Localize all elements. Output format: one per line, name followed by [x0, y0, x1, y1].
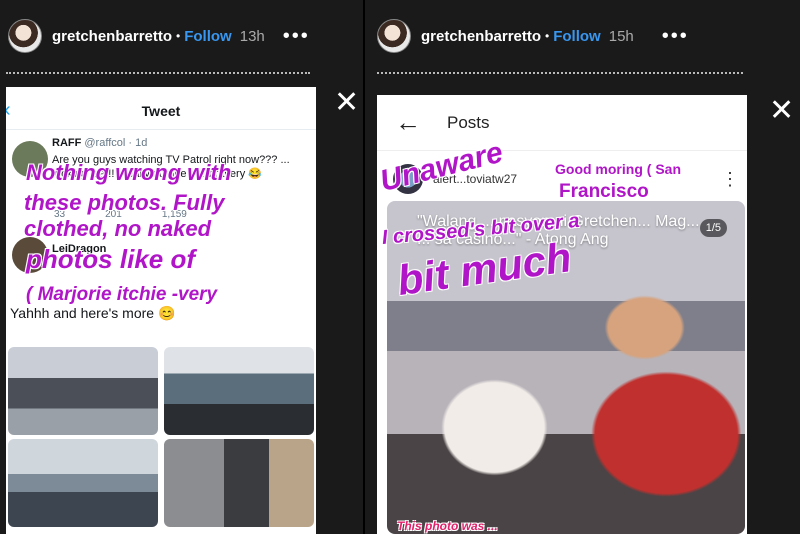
separator-dot: •	[176, 29, 181, 43]
photo-4	[164, 439, 314, 527]
story-left: gretchenbarretto • Follow 13h ••• ‹ Twee…	[0, 0, 363, 534]
overlay-line-2: these photos. Fully	[24, 190, 225, 215]
post-header: ← Posts	[377, 95, 747, 151]
photo-grid	[6, 347, 316, 534]
timestamp: 15h	[608, 27, 634, 45]
close-icon[interactable]: ✕	[769, 96, 794, 126]
tweet-author: RAFF @raffcol · 1d	[52, 137, 147, 149]
story-header: gretchenbarretto • Follow 15h •••	[365, 16, 800, 56]
more-options-icon: ⋮	[721, 168, 739, 189]
overlay-line-4: photos like of	[26, 244, 195, 274]
overlay-line-5: ( Marjorie itchie -very	[26, 284, 218, 305]
story-header: gretchenbarretto • Follow 13h •••	[0, 16, 363, 56]
more-options-icon[interactable]: •••	[662, 25, 689, 48]
photo-2	[164, 347, 314, 435]
post-screenshot: ← Posts alert...toviatw27 ⋮ "Walang ... …	[377, 95, 747, 534]
overlay-francisco: Francisco	[559, 181, 649, 202]
back-arrow-icon: ←	[395, 107, 421, 137]
photo-counter: 1/5	[699, 219, 727, 237]
photo-1	[8, 347, 158, 435]
story-progress-bar	[6, 72, 310, 74]
tweet-title: Tweet	[141, 103, 181, 119]
follow-button[interactable]: Follow	[553, 28, 601, 45]
tweet-author-handle: @raffcol · 1d	[84, 137, 148, 149]
story-right: gretchenbarretto • Follow 15h ••• ← Post…	[365, 0, 800, 534]
post-title: Posts	[447, 112, 490, 132]
reply-text: Yahhh and here's more 😊	[10, 305, 176, 321]
avatar[interactable]	[8, 19, 42, 53]
close-icon[interactable]: ✕	[334, 88, 359, 118]
avatar[interactable]	[377, 19, 411, 53]
separator-dot: •	[545, 29, 550, 43]
overlay-bottom-caption: This photo was ...	[397, 519, 498, 533]
photo-3	[8, 439, 158, 527]
overlay-good-morning: Good moring ( San	[555, 161, 681, 177]
follow-button[interactable]: Follow	[184, 28, 232, 45]
overlay-line-1: Nothing wrong with	[26, 160, 232, 185]
timestamp: 13h	[239, 27, 265, 45]
tweet-screenshot: ‹ Tweet RAFF @raffcol · 1d Are you guys …	[6, 87, 316, 534]
divider	[6, 129, 316, 130]
tweet-author-name: RAFF	[52, 137, 82, 149]
more-options-icon[interactable]: •••	[283, 25, 310, 48]
username[interactable]: gretchenbarretto	[52, 28, 172, 45]
overlay-line-3: clothed, no naked	[24, 216, 212, 241]
story-progress-bar	[377, 72, 743, 74]
username[interactable]: gretchenbarretto	[421, 28, 541, 45]
